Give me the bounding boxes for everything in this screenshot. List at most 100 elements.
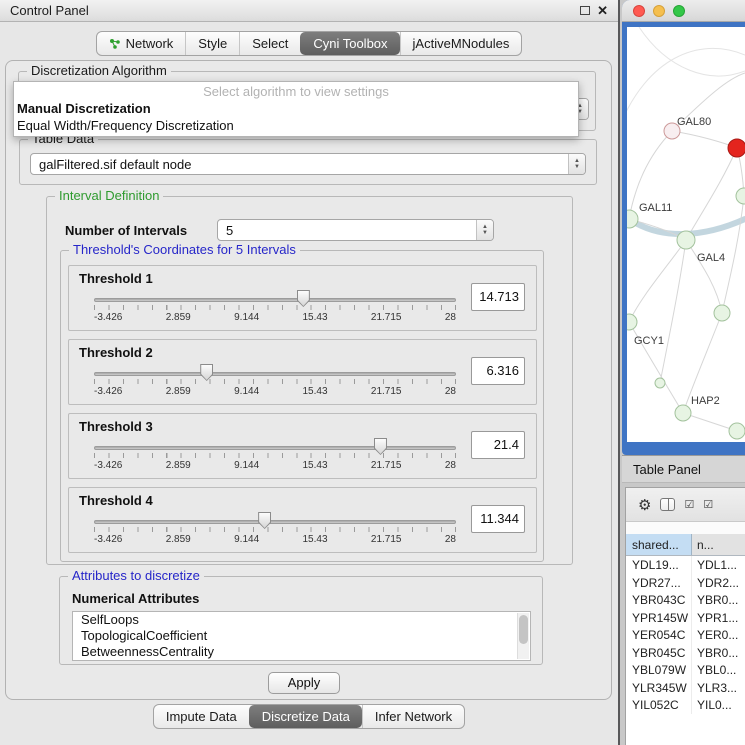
table-row[interactable]: YLR345WYLR3... [626,679,745,697]
table-row[interactable]: YIL052CYIL0... [626,696,745,714]
table-rows: YDL19...YDL1...YDR27...YDR2...YBR043CYBR… [626,556,745,745]
stepper-icon: ▲▼ [476,220,493,240]
number-of-intervals-combobox[interactable]: 5 ▲▼ [217,219,494,241]
table-cell: YER054C [626,626,692,644]
tab-impute-data[interactable]: Impute Data [154,705,249,728]
slider-track [94,372,456,376]
threshold-4-value-field[interactable]: 11.344 [471,505,525,533]
network-node[interactable] [729,423,745,439]
threshold-label: Threshold 4 [79,493,153,508]
table-spacer [626,522,745,534]
numerical-attributes-list[interactable]: SelfLoopsTopologicalCoefficientBetweenne… [72,611,531,661]
table-row[interactable]: YBR045CYBR0... [626,644,745,662]
table-cell: YIL0... [692,696,745,714]
tab-label: Cyni Toolbox [313,36,387,51]
tab-select[interactable]: Select [239,32,300,55]
tab-infer-network[interactable]: Infer Network [362,705,464,728]
table-row[interactable]: YER054CYER0... [626,626,745,644]
node-label: GAL80 [677,116,711,128]
top-tab-bar: Network Style Select Cyni Toolbox jActiv… [0,31,618,56]
threshold-2-panel: Threshold 2 -3.4262.8599.14415.4321.7152… [68,339,537,405]
attribute-item[interactable]: BetweennessCentrality [73,644,530,660]
table-row[interactable]: YBL079WYBL0... [626,661,745,679]
float-window-button[interactable] [580,6,590,15]
tab-network[interactable]: Network [97,32,186,55]
threshold-3-slider[interactable] [94,438,456,457]
attribute-item[interactable]: SelfLoops [73,612,530,628]
network-node[interactable] [728,139,745,157]
slider-scale: -3.4262.8599.14415.4321.71528 [94,460,456,471]
table-cell: YBR0... [692,591,745,609]
checkbox-icon-2[interactable]: ☑ [703,498,713,511]
network-canvas[interactable]: GAL80GAL11GAL4GCY1HAP2 [627,27,745,442]
tab-jactivemodules[interactable]: jActiveMNodules [400,32,522,55]
tab-style[interactable]: Style [185,32,239,55]
node-table-window: ⚙ ☑ ☑ shared... n... YDL19...YDL1...YDR2… [625,487,745,745]
threshold-4-slider[interactable] [94,512,456,531]
checkbox-icon-1[interactable]: ☑ [684,498,694,511]
columns-icon[interactable] [660,498,675,511]
threshold-1-value-field[interactable]: 14.713 [471,283,525,311]
close-traffic-light[interactable] [633,5,645,17]
stepper-icon: ▲▼ [568,154,585,174]
node-label: GAL11 [639,202,672,214]
table-cell: YDL1... [692,556,745,574]
zoom-traffic-light[interactable] [673,5,685,17]
network-node[interactable] [714,305,730,321]
tab-cyni-toolbox[interactable]: Cyni Toolbox [300,32,399,55]
dropdown-item-equal-width-frequency[interactable]: Equal Width/Frequency Discretization [14,117,578,134]
node-label: GAL4 [697,252,725,264]
attribute-item[interactable]: TopologicalCoefficient [73,628,530,644]
apply-button[interactable]: Apply [268,672,340,694]
table-cell: YIL052C [626,696,692,714]
combo-value: galFiltered.sif default node [39,157,191,172]
network-node[interactable] [627,314,637,330]
table-cell: YLR345W [626,679,692,697]
column-header-shared-name[interactable]: shared... [626,534,692,555]
scrollbar-thumb[interactable] [519,615,528,644]
attributes-group: Attributes to discretize Numerical Attri… [59,576,543,665]
table-row[interactable]: YBR043CYBR0... [626,591,745,609]
tab-discretize-data[interactable]: Discretize Data [249,705,362,728]
column-header-name[interactable]: n... [692,534,745,555]
table-data-combobox[interactable]: galFiltered.sif default node ▲▼ [30,153,586,175]
threshold-2-slider[interactable] [94,364,456,383]
gear-icon[interactable]: ⚙ [638,496,651,514]
combo-value: 5 [226,223,233,238]
slider-scale: -3.4262.8599.14415.4321.71528 [94,386,456,397]
interval-definition-group: Interval Definition Number of Intervals … [46,196,573,565]
minimize-traffic-light[interactable] [653,5,665,17]
network-node[interactable] [675,405,691,421]
table-row[interactable]: YDL19...YDL1... [626,556,745,574]
tab-label: Impute Data [166,709,237,724]
threshold-4-panel: Threshold 4 -3.4262.8599.14415.4321.7152… [68,487,537,553]
number-of-intervals-label: Number of Intervals [65,223,187,238]
tab-label: Style [198,36,227,51]
slider-ticks [94,305,456,310]
control-panel-window: Control Panel ✕ Network Style Select Cyn… [0,0,618,745]
dropdown-item-manual-discretization[interactable]: Manual Discretization [14,100,578,117]
threshold-3-value-field[interactable]: 21.4 [471,431,525,459]
list-scrollbar[interactable] [517,613,529,659]
network-window-titlebar [622,0,745,22]
table-row[interactable]: YPR145WYPR1... [626,609,745,627]
group-title: Threshold's Coordinates for 5 Intervals [69,242,300,257]
node-label: HAP2 [691,395,720,407]
close-window-button[interactable]: ✕ [597,5,608,17]
tab-label: jActiveMNodules [413,36,510,51]
table-data-group: Table Data galFiltered.sif default node … [19,139,597,185]
table-cell: YBL079W [626,661,692,679]
table-cell: YER0... [692,626,745,644]
network-node[interactable] [677,231,695,249]
table-cell: YBR045C [626,644,692,662]
table-row[interactable]: YDR27...YDR2... [626,574,745,592]
network-node[interactable] [655,378,665,388]
table-panel-titlebar: Table Panel [622,455,745,483]
group-title: Attributes to discretize [68,568,204,583]
network-edges [627,27,745,431]
table-cell: YPR1... [692,609,745,627]
table-cell: YBR043C [626,591,692,609]
threshold-1-slider[interactable] [94,290,456,309]
threshold-2-value-field[interactable]: 6.316 [471,357,525,385]
network-node[interactable] [736,188,745,204]
